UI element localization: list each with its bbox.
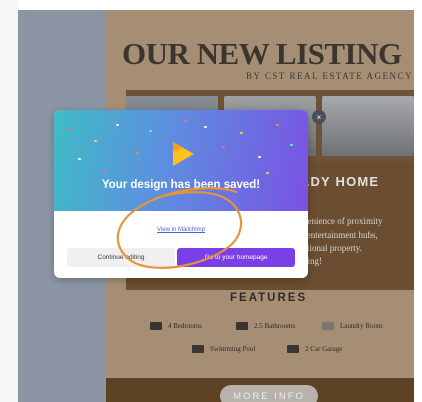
continue-editing-button[interactable]: Continue editing <box>67 248 175 267</box>
side-panel <box>0 0 18 402</box>
save-confirmation-modal: Your design has been saved! View in Mail… <box>54 110 308 278</box>
play-icon <box>173 142 194 166</box>
modal-title: Your design has been saved! <box>101 179 261 191</box>
confetti <box>104 170 107 172</box>
feature-label: 4 Bedrooms <box>168 322 203 330</box>
confetti <box>184 120 187 122</box>
confetti <box>149 130 152 132</box>
bed-icon <box>150 322 162 330</box>
confetti <box>78 158 81 160</box>
confetti <box>204 126 207 128</box>
listing-subheading: BY CST REAL ESTATE AGENCY <box>246 71 413 81</box>
features-heading: FEATURES <box>230 292 308 304</box>
modal-hero: Your design has been saved! <box>54 110 308 211</box>
confetti <box>222 146 225 148</box>
feature-item: Swimming Pool <box>192 345 255 353</box>
laundry-icon <box>322 322 334 330</box>
feature-label: 2 Car Garage <box>305 345 343 353</box>
confetti <box>258 156 261 158</box>
confetti <box>240 132 243 134</box>
feature-item: 2 Car Garage <box>287 345 342 353</box>
confetti <box>116 124 119 126</box>
more-info-button[interactable]: MORE INFO <box>220 385 318 402</box>
confetti <box>136 152 139 154</box>
feature-label: Swimming Pool <box>210 345 256 353</box>
view-in-mailchimp-link[interactable]: View in Mailchimp <box>54 227 308 233</box>
confetti <box>290 144 293 146</box>
go-to-homepage-button[interactable]: Go to your homepage <box>177 248 295 267</box>
screenshot: OUR NEW LISTING BY CST REAL ESTATE AGENC… <box>0 0 422 402</box>
feature-item: 2.5 Bathrooms <box>236 322 295 330</box>
confetti <box>94 140 97 142</box>
feature-item: 4 Bedrooms <box>150 322 202 330</box>
confetti <box>266 172 269 174</box>
car-icon <box>287 345 299 353</box>
feature-item: Laundry Room <box>322 322 383 330</box>
feature-label: Laundry Room <box>340 322 383 330</box>
close-icon[interactable]: × <box>312 110 326 124</box>
feature-label: 2.5 Bathrooms <box>254 322 296 330</box>
confetti <box>276 124 279 126</box>
listing-heading: OUR NEW LISTING <box>122 36 402 71</box>
pool-icon <box>192 345 204 353</box>
confetti <box>68 128 71 130</box>
listing-photo <box>322 96 414 156</box>
bathtub-icon <box>236 322 248 330</box>
